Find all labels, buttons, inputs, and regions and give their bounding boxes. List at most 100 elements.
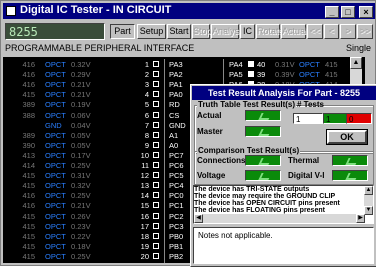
pin-state: OPCT bbox=[45, 221, 66, 231]
voltage-led bbox=[245, 170, 281, 181]
pin-voltage: 0.22V bbox=[71, 231, 91, 241]
pin-probe-indicator[interactable] bbox=[153, 242, 159, 249]
pin-state: OPCT bbox=[45, 231, 66, 241]
pin-voltage: 0.31V bbox=[275, 60, 295, 69]
minimize-button[interactable]: _ bbox=[325, 6, 339, 18]
pin-signal: GND bbox=[169, 120, 186, 130]
pin-count: 390 bbox=[22, 140, 35, 150]
toolbar: 8255 Part Setup Start Stop Analysis IC Rotate A… bbox=[4, 23, 374, 41]
pin-state: OPCT bbox=[45, 181, 66, 191]
pin-voltage: 0.25V bbox=[71, 161, 91, 170]
toolbar-button-part[interactable]: Part bbox=[110, 24, 135, 39]
pin-count: 388 bbox=[22, 110, 35, 120]
scroll-left-arrow-icon[interactable]: ◀ bbox=[194, 214, 203, 223]
pin-probe-indicator[interactable] bbox=[153, 151, 159, 158]
pin-voltage: 0.05V bbox=[71, 140, 91, 150]
toolbar-button-start[interactable]: Start bbox=[167, 24, 191, 39]
scroll-down-arrow-icon[interactable]: ▼ bbox=[364, 206, 373, 215]
ok-button[interactable]: OK bbox=[326, 129, 368, 145]
pin-count: 415 bbox=[22, 90, 35, 100]
pin-probe-indicator[interactable] bbox=[153, 252, 159, 259]
pin-probe-indicator[interactable] bbox=[153, 162, 159, 168]
pin-state: OPCT bbox=[45, 201, 66, 211]
pin-probe-indicator[interactable] bbox=[153, 91, 159, 98]
message-item[interactable]: The device has TRI-STATE outputs bbox=[194, 186, 373, 193]
pin-probe-indicator[interactable] bbox=[248, 71, 254, 78]
message-item[interactable]: The device may require the GROUND CLIP bbox=[194, 193, 373, 200]
message-item[interactable]: The device has FLOATING pins present bbox=[194, 207, 373, 214]
pin-voltage: 0.21V bbox=[71, 90, 91, 100]
toolbar-button-[interactable]: >> bbox=[357, 24, 373, 39]
pin-voltage: 0.25V bbox=[71, 251, 91, 261]
app-icon bbox=[6, 6, 16, 16]
pin-count: 416 bbox=[22, 191, 35, 201]
scroll-up-arrow-icon[interactable]: ▲ bbox=[350, 57, 362, 69]
pin-voltage: 0.19V bbox=[71, 100, 91, 110]
pin-probe-indicator[interactable] bbox=[153, 212, 159, 219]
pin-number: 12 bbox=[140, 171, 149, 181]
pin-number: 19 bbox=[140, 241, 149, 251]
pin-probe-indicator[interactable] bbox=[153, 141, 159, 148]
pin-count: 415 bbox=[22, 211, 35, 221]
pin-probe-indicator[interactable] bbox=[153, 202, 159, 209]
messages-listbox[interactable]: The device has TRI-STATE outputs The dev… bbox=[193, 185, 374, 224]
pin-signal: PC4 bbox=[169, 181, 184, 191]
dialog-title[interactable]: Test Result Analysis For Part - 8255 bbox=[192, 86, 376, 100]
pin-probe-indicator[interactable] bbox=[153, 232, 159, 239]
pin-number: 14 bbox=[140, 191, 149, 201]
pin-count: 389 bbox=[22, 130, 35, 140]
pin-probe-indicator[interactable] bbox=[153, 121, 159, 128]
pin-number: 15 bbox=[140, 201, 149, 211]
pin-count: 415 bbox=[22, 251, 35, 261]
pin-probe-indicator[interactable] bbox=[153, 111, 159, 118]
toolbar-button-[interactable]: << bbox=[307, 24, 323, 39]
pin-number: 9 bbox=[144, 140, 149, 150]
pin-state: OPCT bbox=[45, 251, 66, 261]
toolbar-button-rotate[interactable]: Rotate bbox=[256, 24, 284, 39]
pin-probe-indicator[interactable] bbox=[248, 61, 254, 67]
pin-row-right: PA5 39 0.39V OPCT 415 bbox=[3, 70, 365, 79]
pin-probe-indicator[interactable] bbox=[153, 101, 159, 108]
pin-signal: RD bbox=[169, 100, 180, 110]
title-bar[interactable]: Digital IC Tester - IN CIRCUIT _ □ × bbox=[3, 3, 375, 19]
pin-signal: PC0 bbox=[169, 191, 184, 201]
pin-count: 415 bbox=[325, 60, 338, 69]
toolbar-button-setup[interactable]: Setup bbox=[137, 24, 166, 39]
maximize-button[interactable]: □ bbox=[341, 6, 355, 18]
listbox-horizontal-scrollbar[interactable]: ◀ ▶ bbox=[194, 214, 365, 223]
pin-signal: PC7 bbox=[169, 150, 184, 160]
pin-probe-indicator[interactable] bbox=[153, 182, 159, 189]
pin-count: 415 bbox=[22, 221, 35, 231]
pin-probe-indicator[interactable] bbox=[153, 172, 159, 179]
test-count-fail: 0 bbox=[346, 113, 372, 124]
message-item[interactable]: The device has OPEN CIRCUIT pins present bbox=[194, 200, 373, 207]
pin-probe-indicator[interactable] bbox=[153, 131, 159, 138]
pin-signal: PC3 bbox=[169, 221, 184, 231]
pin-count: 416 bbox=[22, 201, 35, 211]
pin-state: OPCT bbox=[45, 110, 66, 120]
pin-signal: PA5 bbox=[229, 70, 243, 80]
toolbar-button-[interactable]: > bbox=[340, 24, 356, 39]
pin-voltage: 0.18V bbox=[71, 241, 91, 251]
connections-led bbox=[245, 155, 281, 166]
pin-probe-indicator[interactable] bbox=[153, 222, 159, 229]
digital-vi-label: Digital V-I bbox=[288, 171, 325, 180]
pin-voltage: 0.21V bbox=[71, 201, 91, 211]
toolbar-button-[interactable]: < bbox=[324, 24, 339, 39]
thermal-label: Thermal bbox=[288, 156, 320, 165]
pin-signal: CS bbox=[169, 110, 180, 120]
toolbar-button-analysis[interactable]: Analysis bbox=[211, 24, 246, 39]
pin-count: 415 bbox=[22, 231, 35, 241]
pin-count: 415 bbox=[325, 70, 338, 80]
test-count-total: 1 bbox=[293, 113, 323, 124]
scroll-up-arrow-icon[interactable]: ▲ bbox=[364, 186, 373, 195]
pin-state: GND bbox=[45, 120, 62, 130]
pin-probe-indicator[interactable] bbox=[153, 192, 159, 199]
close-button[interactable]: × bbox=[359, 6, 373, 18]
listbox-vertical-scrollbar[interactable]: ▲ ▼ bbox=[364, 186, 373, 215]
toolbar-button-stop[interactable]: Stop bbox=[192, 24, 212, 39]
toolbar-button-actual[interactable]: Actual bbox=[281, 24, 307, 39]
scroll-right-arrow-icon[interactable]: ▶ bbox=[356, 214, 365, 223]
pin-signal: A1 bbox=[169, 130, 179, 140]
toolbar-button-ic[interactable]: IC bbox=[240, 24, 255, 39]
